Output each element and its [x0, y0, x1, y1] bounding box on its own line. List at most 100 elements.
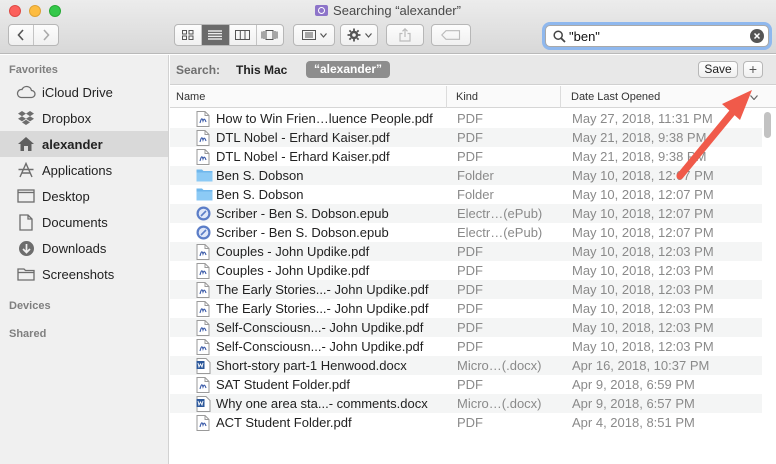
- file-name: DTL Nobel - Erhard Kaiser.pdf: [216, 149, 390, 164]
- file-row[interactable]: Why one area sta...- comments.docx Micro……: [170, 394, 762, 413]
- sidebar-item-desktop[interactable]: Desktop: [0, 183, 168, 209]
- sidebar-item-dropbox[interactable]: Dropbox: [0, 105, 168, 131]
- navigation-buttons: [8, 24, 59, 46]
- file-row[interactable]: DTL Nobel - Erhard Kaiser.pdf PDF May 21, …: [170, 128, 762, 147]
- file-name: Couples - John Updike.pdf: [216, 244, 370, 259]
- title-bar: Searching “alexander” "ben": [0, 0, 776, 54]
- file-date: May 10, 2018, 12:03 PM: [572, 244, 714, 259]
- downloads-icon: [16, 239, 36, 257]
- file-kind: Folder: [457, 187, 494, 202]
- save-search-button[interactable]: Save: [698, 61, 738, 78]
- cover-flow-button[interactable]: [255, 25, 283, 45]
- file-date: May 21, 2018, 9:38 PM: [572, 130, 707, 145]
- file-kind: PDF: [457, 415, 483, 430]
- add-criteria-button[interactable]: +: [743, 61, 763, 78]
- file-row[interactable]: Couples - John Updike.pdf PDF May 10, 2018…: [170, 261, 762, 280]
- file-name: The Early Stories...- John Updike.pdf: [216, 282, 429, 297]
- sidebar-item-icloud-drive[interactable]: iCloud Drive: [0, 79, 168, 105]
- file-name: Scriber - Ben S. Dobson.epub: [216, 206, 389, 221]
- list-view-button[interactable]: [201, 25, 229, 45]
- edit-tags-button[interactable]: [431, 24, 471, 46]
- sidebar-item-downloads[interactable]: Downloads: [0, 235, 168, 261]
- share-button[interactable]: [386, 24, 424, 46]
- icon-view-button[interactable]: [175, 25, 201, 45]
- desktop-icon: [16, 187, 36, 205]
- vertical-scrollbar[interactable]: [764, 110, 772, 462]
- file-date: May 27, 2018, 11:31 PM: [572, 111, 713, 126]
- file-kind: PDF: [457, 301, 483, 316]
- file-date: May 10, 2018, 12:03 PM: [572, 320, 714, 335]
- search-input[interactable]: "ben": [569, 29, 600, 44]
- file-row[interactable]: Ben S. Dobson Folder May 10, 2018, 12:07 P…: [170, 185, 762, 204]
- file-date: May 10, 2018, 12:07 PM: [572, 225, 714, 240]
- column-view-button[interactable]: [228, 25, 256, 45]
- sidebar-header-shared: Shared: [9, 328, 47, 340]
- file-row[interactable]: ACT Student Folder.pdf PDF Apr 4, 2018, 8:…: [170, 413, 762, 432]
- sidebar-item-alexander[interactable]: alexander: [0, 131, 168, 157]
- arrange-button[interactable]: [293, 24, 335, 46]
- file-name: Ben S. Dobson: [216, 168, 304, 183]
- file-row[interactable]: The Early Stories...- John Updike.pdf PDF…: [170, 299, 762, 318]
- file-row[interactable]: Couples - John Updike.pdf PDF May 10, 2018…: [170, 242, 762, 261]
- column-header-date-last-opened[interactable]: Date Last Opened: [561, 86, 776, 108]
- chevron-down-icon: [319, 32, 327, 38]
- pdf-file-icon: [196, 377, 212, 393]
- file-date: May 10, 2018, 12:07 PM: [572, 187, 714, 202]
- column-header-date-label: Date Last Opened: [571, 91, 661, 103]
- file-row[interactable]: The Early Stories...- John Updike.pdf PDF…: [170, 280, 762, 299]
- file-date: May 10, 2018, 12:03 PM: [572, 301, 714, 316]
- sidebar-item-applications[interactable]: Applications: [0, 157, 168, 183]
- file-row[interactable]: Self-Consciousn...- John Updike.pdf PDF Ma…: [170, 337, 762, 356]
- gear-icon: [347, 28, 360, 42]
- file-row[interactable]: Scriber - Ben S. Dobson.epub Electr…(ePub…: [170, 223, 762, 242]
- sidebar-item-label: alexander: [42, 136, 103, 152]
- scrollbar-thumb[interactable]: [764, 112, 771, 138]
- back-button[interactable]: [9, 25, 33, 45]
- file-name: Why one area sta...- comments.docx: [216, 396, 428, 411]
- action-button[interactable]: [340, 24, 378, 46]
- clear-search-button[interactable]: [750, 29, 764, 43]
- file-name: Ben S. Dobson: [216, 187, 304, 202]
- search-field[interactable]: "ben": [545, 25, 769, 47]
- file-row[interactable]: Short-story part-1 Henwood.docx Micro…(.d…: [170, 356, 762, 375]
- file-row[interactable]: SAT Student Folder.pdf PDF Apr 9, 2018, 6:…: [170, 375, 762, 394]
- file-date: May 10, 2018, 12:03 PM: [572, 263, 714, 278]
- column-header-name[interactable]: Name: [170, 86, 447, 108]
- home-icon: [16, 135, 36, 153]
- file-row[interactable]: Self-Consciousn...- John Updike.pdf PDF Ma…: [170, 318, 762, 337]
- epub-file-icon: [196, 225, 212, 240]
- column-header-row: Name Kind Date Last Opened: [170, 86, 776, 108]
- sidebar-item-screenshots[interactable]: Screenshots: [0, 261, 168, 287]
- pdf-file-icon: [196, 415, 212, 431]
- sidebar-item-documents[interactable]: Documents: [0, 209, 168, 235]
- file-kind: Micro…(.docx): [457, 358, 542, 373]
- documents-icon: [16, 213, 36, 231]
- file-name: Scriber - Ben S. Dobson.epub: [216, 225, 389, 240]
- folder-file-icon: [196, 168, 213, 183]
- scope-this-mac-button[interactable]: This Mac: [236, 63, 287, 77]
- scope-folder-button[interactable]: “alexander”: [306, 61, 391, 78]
- file-name: Self-Consciousn...- John Updike.pdf: [216, 320, 424, 335]
- folder-file-icon: [196, 187, 213, 202]
- file-kind: PDF: [457, 377, 483, 392]
- search-icon: [553, 30, 566, 43]
- back-chevron-icon: [17, 29, 24, 41]
- docx-file-icon: [196, 358, 212, 374]
- chevron-down-icon: [364, 32, 372, 38]
- column-header-kind[interactable]: Kind: [447, 86, 561, 108]
- sidebar-item-label: Applications: [42, 162, 113, 178]
- file-row[interactable]: DTL Nobel - Erhard Kaiser.pdf PDF May 21, …: [170, 147, 762, 166]
- file-row[interactable]: How to Win Frien…luence People.pdf PDF May…: [170, 109, 762, 128]
- file-kind: PDF: [457, 149, 483, 164]
- file-date: Apr 9, 2018, 6:57 PM: [572, 396, 695, 411]
- forward-button[interactable]: [33, 25, 58, 45]
- scope-label: Search:: [176, 63, 221, 77]
- file-kind: PDF: [457, 263, 483, 278]
- file-date: May 21, 2018, 9:38 PM: [572, 149, 707, 164]
- file-kind: Micro…(.docx): [457, 396, 542, 411]
- file-row[interactable]: Scriber - Ben S. Dobson.epub Electr…(ePub…: [170, 204, 762, 223]
- file-name: How to Win Frien…luence People.pdf: [216, 111, 433, 126]
- file-row[interactable]: Ben S. Dobson Folder May 10, 2018, 12:07 P…: [170, 166, 762, 185]
- sidebar-item-label: Screenshots: [42, 266, 115, 282]
- pdf-file-icon: [196, 111, 212, 127]
